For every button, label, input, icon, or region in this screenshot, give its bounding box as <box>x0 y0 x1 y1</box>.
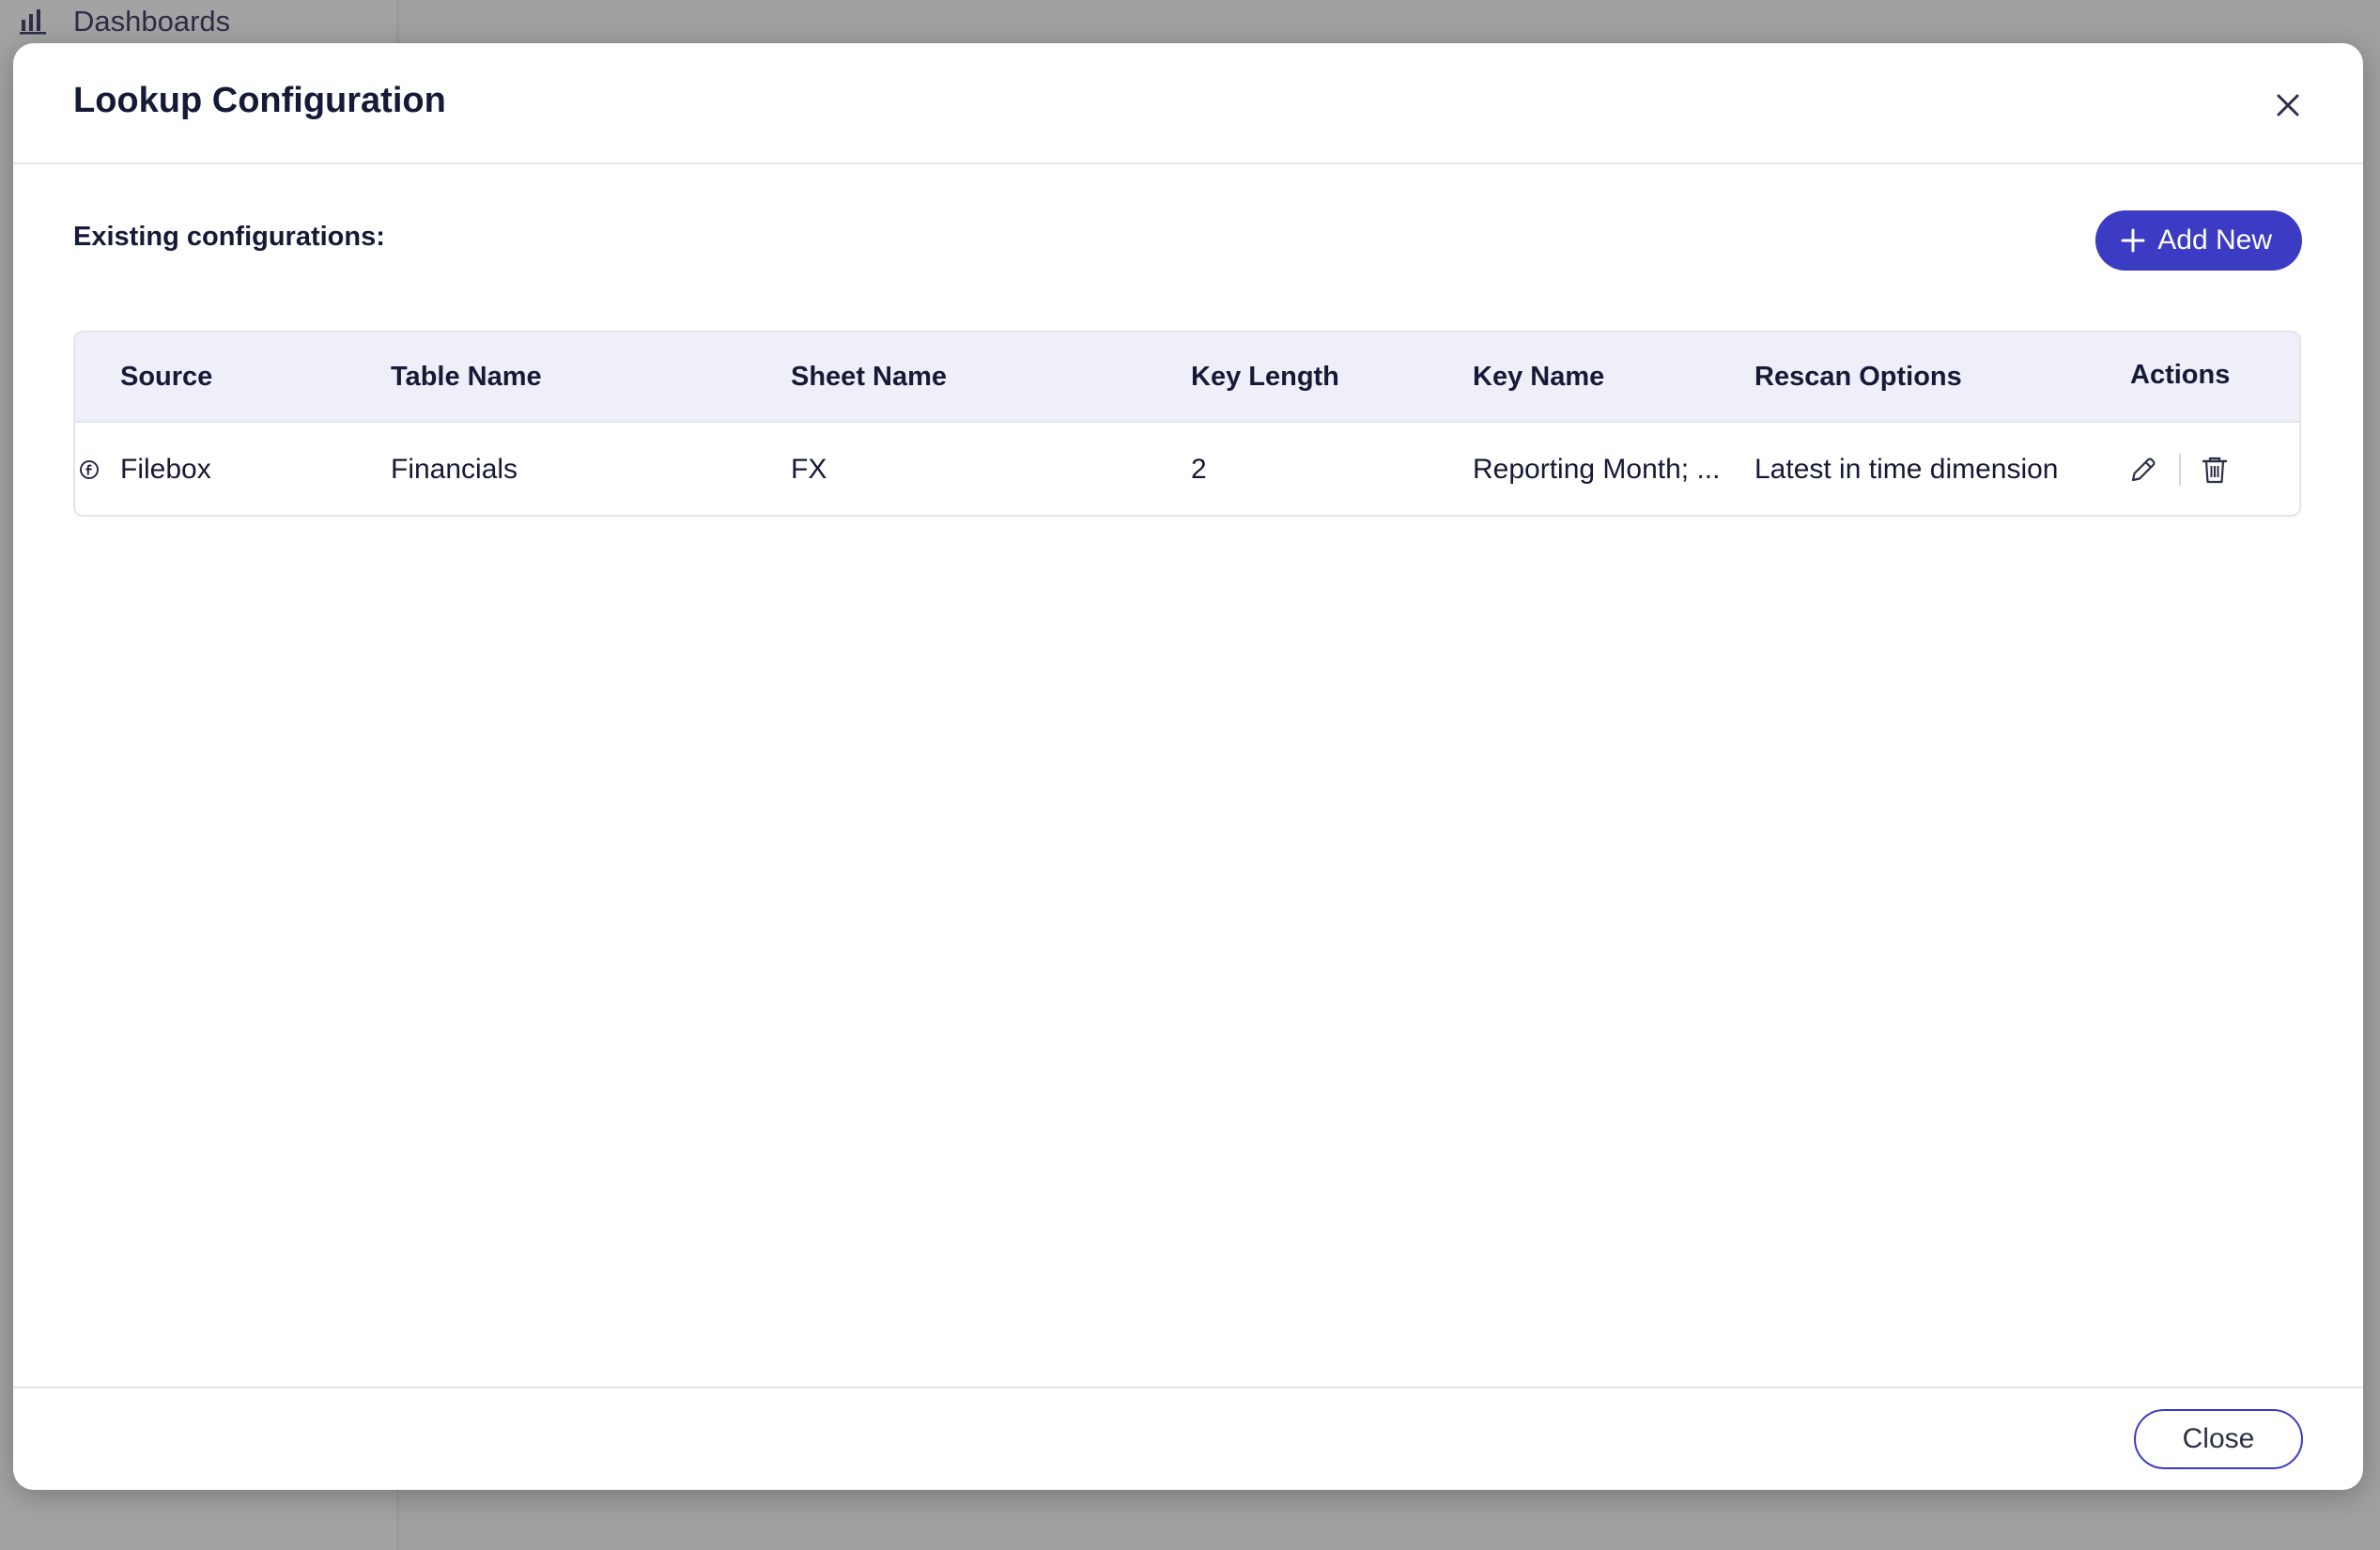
row-actions <box>2123 423 2235 515</box>
close-icon[interactable] <box>2269 86 2307 124</box>
cell-rescan-options: Latest in time dimension <box>1754 454 2059 485</box>
bar-chart-icon <box>20 9 46 35</box>
modal-footer: Close <box>13 1387 2363 1490</box>
column-header-sheet-name: Sheet Name <box>791 361 948 392</box>
trash-icon[interactable] <box>2194 449 2235 490</box>
column-header-source: Source <box>120 361 213 392</box>
cell-key-name-text: Reporting Month; ... <box>1473 454 1721 485</box>
column-header-rescan-options: Rescan Options <box>1754 361 1962 392</box>
cell-key-name: Reporting Month; ... <box>1473 423 1736 515</box>
table-header: Source Table Name Sheet Name Key Length … <box>75 333 2299 423</box>
table-row: Filebox Financials FX 2 Reporting Month;… <box>75 423 2299 515</box>
cell-key-length: 2 <box>1191 454 1207 485</box>
cell-sheet-name: FX <box>791 454 827 485</box>
column-header-key-name: Key Name <box>1473 361 1605 392</box>
add-new-label: Add New <box>2157 225 2272 256</box>
column-header-table-name: Table Name <box>391 361 542 392</box>
cell-source: Filebox <box>120 454 211 485</box>
edit-icon[interactable] <box>2123 449 2164 490</box>
column-header-key-length: Key Length <box>1191 361 1339 392</box>
add-new-button[interactable]: Add New <box>2095 210 2302 271</box>
configurations-table: Source Table Name Sheet Name Key Length … <box>73 331 2301 517</box>
existing-configurations-label: Existing configurations: <box>73 222 385 252</box>
actions-divider <box>2179 454 2181 486</box>
lookup-configuration-modal: Lookup Configuration Existing configurat… <box>13 43 2363 1490</box>
cell-table-name: Financials <box>391 454 518 485</box>
column-header-actions: Actions <box>2130 359 2231 390</box>
filebox-icon <box>79 423 100 515</box>
modal-header: Lookup Configuration <box>13 43 2363 164</box>
plus-icon <box>2121 228 2145 253</box>
modal-title: Lookup Configuration <box>73 81 446 120</box>
close-button[interactable]: Close <box>2134 1409 2303 1469</box>
sidebar-item-label: Dashboards <box>73 5 231 38</box>
sidebar-item-dashboards[interactable]: Dashboards <box>19 4 230 39</box>
